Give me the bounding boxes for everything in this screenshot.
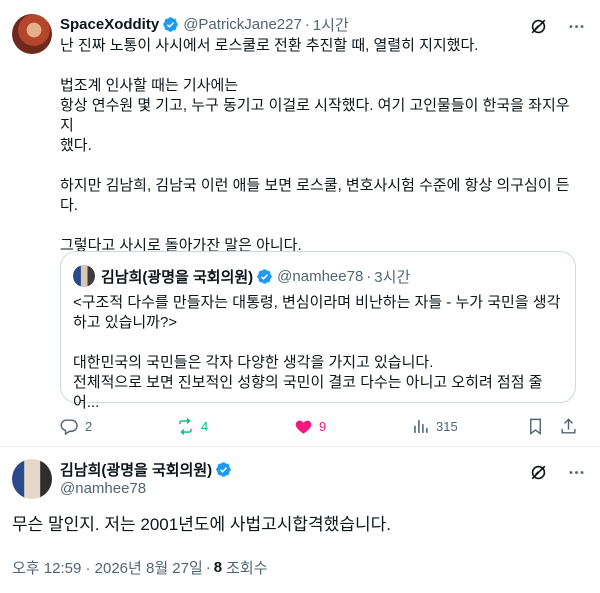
text-line: 항상 연수원 몇 기고, 누구 동기고 이걸로 시작했다. 여기 고인물들이 한… [60, 97, 570, 134]
tweet-meta: 오후 12:59 · 2026년 8월 27일 · 8 조회수 [12, 557, 268, 578]
tweet-text: 무슨 말인지. 저는 2001년도에 사법고시합격했습니다. [12, 515, 391, 534]
tweet-header: SpaceXoddity @PatrickJane227 · 1시간 [60, 14, 349, 34]
views-label: 조회수 [226, 560, 268, 577]
views-count: 315 [436, 418, 458, 434]
quote-author-name[interactable]: 김남희(광명을 국회의원) [101, 266, 253, 287]
separator-dot: · [366, 267, 372, 285]
text-line: 법조계 인사할 때는 기사에는 [60, 77, 239, 94]
retweet-icon [179, 417, 192, 435]
reply-icon [60, 418, 78, 435]
quote-text: <구조적 다수를 만들자는 대통령, 변심이라며 비난하는 자들 - 누가 국민… [73, 293, 565, 413]
reply-button[interactable]: 2 [60, 417, 92, 436]
verified-badge-icon [163, 16, 178, 32]
avatar[interactable] [12, 459, 52, 499]
like-button[interactable]: 9 [294, 417, 326, 436]
separator-dot: · [304, 15, 310, 33]
heart-icon [295, 420, 312, 434]
quote-tweet[interactable]: 김남희(광명을 국회의원) @namhee78 · 3시간 <구조적 다수를 만… [60, 251, 576, 411]
bookmark-icon [530, 418, 541, 435]
tweet-reply[interactable]: 김남희(광명을 국회의원) @namhee78 무슨 말인지. 저는 2001년… [0, 447, 600, 593]
views-icon [414, 419, 428, 433]
text-line: 하지만 김남희, 김남국 이런 애들 보면 로스쿨, 변호사시험 수준에 항상 … [60, 177, 570, 194]
text-line: 다. [60, 197, 78, 214]
views-button[interactable]: 315 [411, 417, 458, 436]
text-line: 했다. [60, 137, 92, 154]
verified-badge-icon [216, 461, 231, 477]
reply-count: 2 [85, 418, 93, 434]
tweet-timestamp[interactable]: 오후 12:59 · 2026년 8월 27일 [12, 557, 203, 578]
quote-header: 김남희(광명을 국회의원) @namhee78 · 3시간 [101, 265, 410, 287]
quote-line: <구조적 다수를 만들자는 대통령, 변심이라며 비난하는 자들 - 누가 국민… [73, 294, 561, 311]
quote-line: 하고 있습니까?> [73, 314, 178, 331]
retweet-button[interactable]: 4 [176, 417, 208, 436]
quote-author-handle[interactable]: @namhee78 [277, 268, 363, 285]
tweet-main[interactable]: SpaceXoddity @PatrickJane227 · 1시간 난 진짜 … [0, 0, 600, 446]
grok-icon[interactable] [528, 16, 548, 36]
tweet-text: 난 진짜 노통이 사시에서 로스쿨로 전환 추진할 때, 열렬히 지지했다. 법… [60, 36, 580, 256]
share-icon [561, 417, 576, 434]
separator-dot: · [205, 559, 211, 576]
author-handle[interactable]: @PatrickJane227 [183, 16, 302, 33]
more-icon[interactable] [566, 462, 586, 482]
tweet-top-actions [528, 462, 586, 482]
avatar[interactable] [12, 14, 52, 54]
tweet-time[interactable]: 1시간 [313, 14, 349, 35]
tweet-header: 김남희(광명을 국회의원) @namhee78 [60, 459, 232, 499]
text-line: 난 진짜 노통이 사시에서 로스쿨로 전환 추진할 때, 열렬히 지지했다. [60, 37, 479, 54]
author-handle[interactable]: @namhee78 [60, 479, 232, 499]
views-count: 8 [213, 559, 223, 576]
verified-badge-icon [257, 268, 272, 284]
quote-line: 전체적으로 보면 진보적인 성향의 국민이 결코 다수는 아니고 오히려 점점 … [73, 374, 543, 411]
retweet-count: 4 [201, 418, 209, 434]
author-name[interactable]: SpaceXoddity [60, 16, 159, 33]
author-name[interactable]: 김남희(광명을 국회의원) [60, 459, 212, 480]
tweet-actions: 2 4 9 315 [60, 416, 580, 436]
quote-avatar[interactable] [73, 265, 95, 287]
bookmark-button[interactable] [526, 417, 545, 436]
grok-icon[interactable] [528, 462, 548, 482]
share-button[interactable] [559, 417, 578, 436]
more-icon[interactable] [566, 16, 586, 36]
tweet-top-actions [528, 16, 586, 36]
quote-line: 대한민국의 국민들은 각자 다양한 생각을 가지고 있습니다. [73, 354, 434, 371]
quote-time[interactable]: 3시간 [374, 266, 410, 287]
like-count: 9 [319, 418, 327, 434]
